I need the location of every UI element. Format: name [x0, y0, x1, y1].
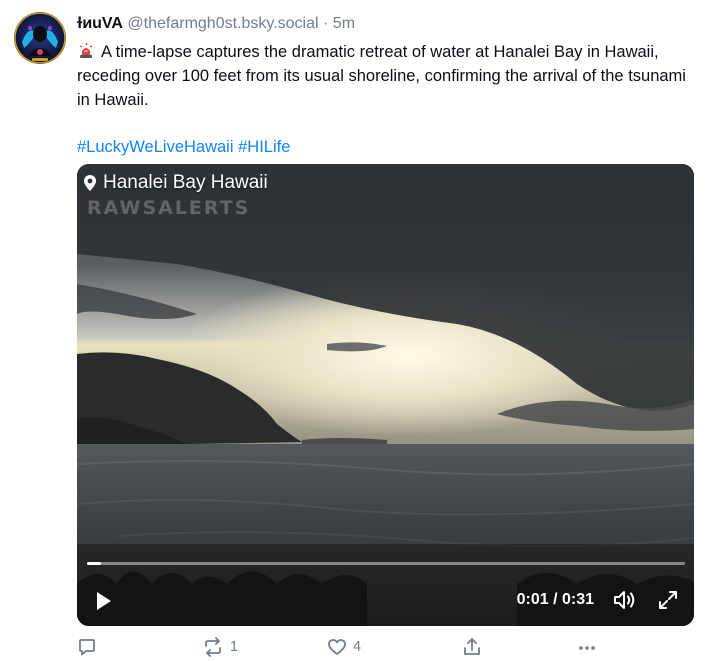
like-count: 4 [353, 639, 362, 655]
location-label: Hanalei Bay Hawaii [103, 172, 268, 193]
hashtag-hilife[interactable]: #HILife [238, 138, 290, 156]
avatar[interactable] [14, 12, 66, 64]
handle[interactable]: @thefarmgh0st.bsky.social [127, 15, 318, 32]
separator: · [323, 15, 329, 32]
fullscreen-icon [659, 591, 677, 609]
play-icon [97, 592, 111, 610]
reply-button[interactable] [77, 637, 103, 657]
hashtag-lucky-we-live-hawaii[interactable]: #LuckyWeLiveHawaii [77, 138, 234, 156]
fullscreen-button[interactable] [657, 589, 679, 611]
more-button[interactable] [577, 637, 597, 657]
repost-count: 1 [230, 639, 239, 655]
time-display: 0:01 / 0:31 [516, 591, 594, 608]
volume-icon [614, 591, 635, 609]
siren-icon [79, 42, 93, 58]
heart-icon [328, 639, 346, 655]
share-button[interactable] [462, 637, 482, 657]
mute-button[interactable] [612, 588, 638, 612]
location-overlay: Hanalei Bay Hawaii [83, 171, 268, 195]
more-icon [579, 646, 595, 650]
repost-icon [205, 637, 221, 657]
play-button[interactable] [91, 589, 115, 613]
like-button[interactable]: 4 [327, 637, 361, 657]
hashtags: #LuckyWeLiveHawaii #HILife [77, 135, 290, 159]
avatar-image [14, 12, 66, 64]
post-header: ɫᴎuVA @thefarmgh0st.bsky.social · 5m [77, 13, 355, 35]
progress-fill [87, 562, 101, 565]
post-text: A time-lapse captures the dramatic retre… [77, 40, 697, 112]
post-body: A time-lapse captures the dramatic retre… [77, 43, 686, 109]
progress-bar[interactable] [87, 562, 685, 565]
video-player[interactable]: Hanalei Bay Hawaii RAWSALERTS 0:01 / 0:3… [77, 164, 694, 626]
repost-button[interactable]: 1 [202, 637, 238, 657]
timestamp[interactable]: 5m [333, 15, 355, 32]
action-bar: 1 4 [77, 637, 697, 659]
watermark: RAWSALERTS [87, 197, 251, 219]
display-name[interactable]: ɫᴎuVA [77, 15, 123, 32]
share-icon [464, 638, 480, 655]
reply-icon [79, 639, 95, 656]
map-pin-icon [83, 174, 97, 192]
video-frame [77, 164, 694, 626]
